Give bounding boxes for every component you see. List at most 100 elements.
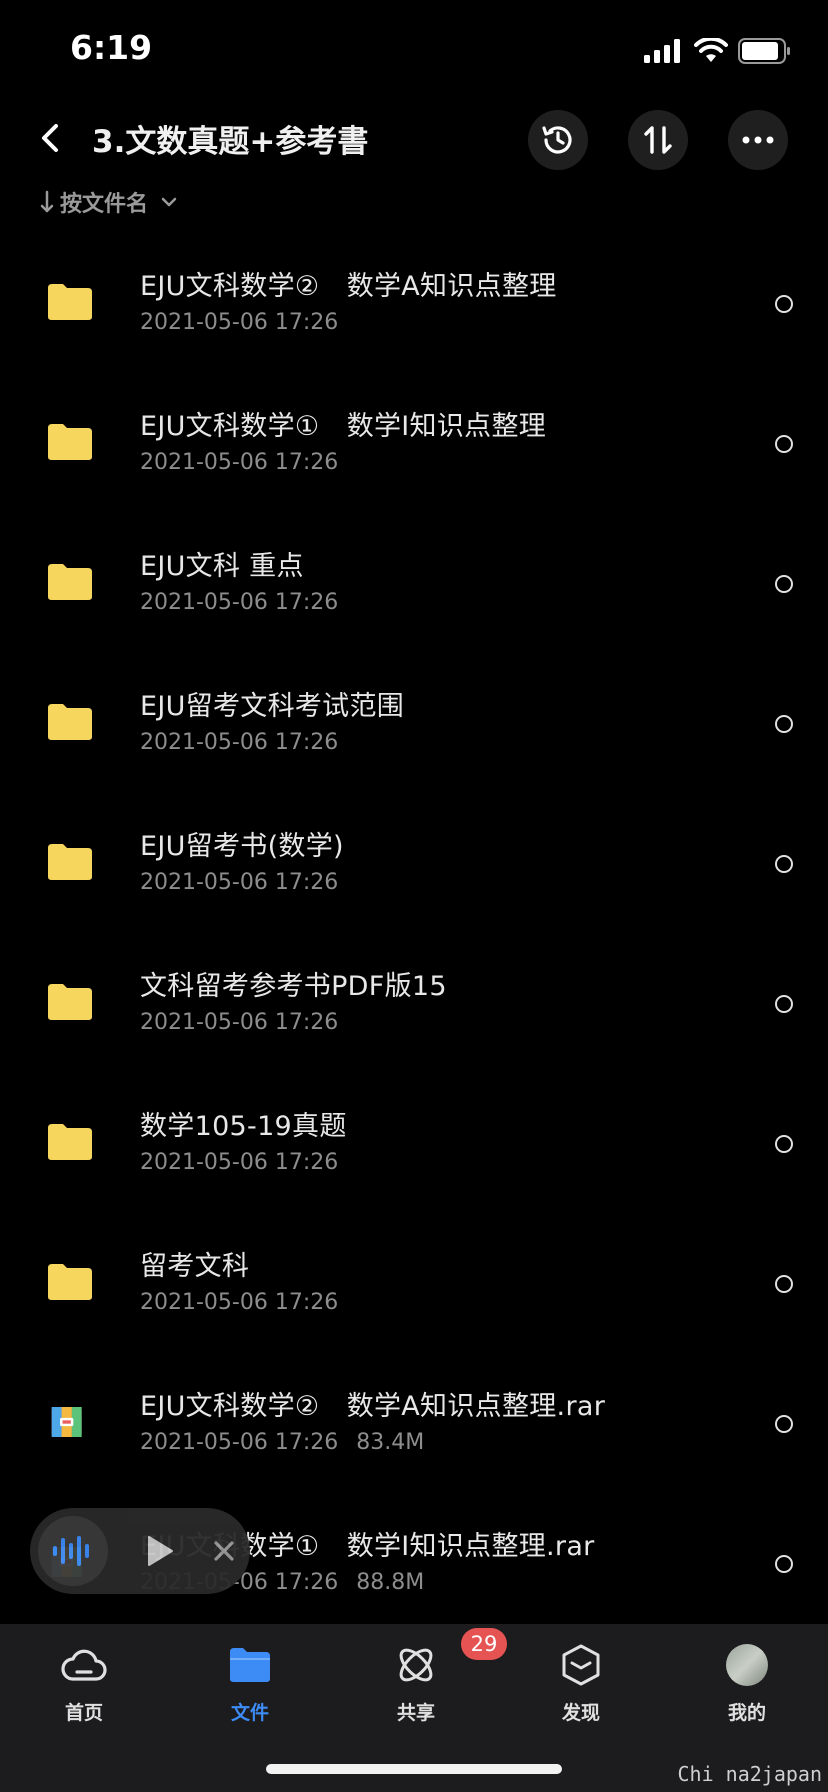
folder-icon	[48, 704, 92, 740]
tab-label: 发现	[561, 1702, 600, 1724]
tab-home[interactable]: 首页	[29, 1640, 139, 1730]
tab-mine[interactable]: 我的	[692, 1640, 802, 1730]
folder-icon	[48, 1264, 92, 1300]
tab-discover[interactable]: 发现	[526, 1640, 636, 1730]
tab-share[interactable]: 29 共享	[361, 1628, 507, 1730]
select-checkbox[interactable]	[775, 1555, 793, 1573]
file-meta: 2021-05-06 17:26	[140, 310, 338, 335]
screen: 6:19 3.文数真题+参考書 按文件名 EJU文科数学② 数学A知识点整理 2…	[0, 0, 828, 1792]
history-icon	[542, 126, 572, 154]
file-meta: 2021-05-06 17:26	[140, 1290, 338, 1315]
tab-files[interactable]: 文件	[195, 1640, 305, 1730]
more-icon	[742, 136, 774, 144]
discover-icon	[562, 1644, 600, 1686]
file-name: EJU留考书(数学)	[140, 831, 344, 862]
audio-mini-player[interactable]	[30, 1508, 250, 1594]
list-item[interactable]: EJU文科数学② 数学A知识点整理 2021-05-06 17:26	[0, 232, 828, 372]
sort-label: 按文件名	[60, 192, 149, 217]
file-date: 2021-05-06 17:26	[140, 1290, 339, 1315]
file-meta: 2021-05-06 17:26	[140, 1010, 338, 1035]
play-button[interactable]	[140, 1531, 180, 1571]
file-size: 88.8M	[356, 1570, 425, 1595]
tab-label: 共享	[396, 1702, 435, 1724]
file-date: 2021-05-06 17:26	[140, 310, 339, 335]
audio-wave-button[interactable]	[38, 1516, 108, 1586]
select-checkbox[interactable]	[775, 1415, 793, 1433]
cellular-signal-icon	[644, 39, 680, 63]
avatar	[726, 1644, 768, 1686]
folder-icon	[48, 564, 92, 600]
file-name: 留考文科	[140, 1251, 250, 1282]
file-meta: 2021-05-06 17:26	[140, 450, 338, 475]
list-item[interactable]: 数学105-19真题 2021-05-06 17:26	[0, 1072, 828, 1212]
folder-icon	[48, 284, 92, 320]
sort-selector[interactable]: 按文件名	[40, 184, 178, 220]
file-meta: 2021-05-06 17:26	[140, 870, 338, 895]
wifi-icon	[694, 38, 728, 62]
back-button[interactable]	[28, 115, 74, 161]
more-button[interactable]	[728, 110, 788, 170]
select-checkbox[interactable]	[775, 715, 793, 733]
file-meta: 2021-05-06 17:26	[140, 730, 338, 755]
file-date: 2021-05-06 17:26	[140, 730, 339, 755]
select-checkbox[interactable]	[775, 575, 793, 593]
select-checkbox[interactable]	[775, 435, 793, 453]
list-item[interactable]: 文科留考参考书PDF版15 2021-05-06 17:26	[0, 932, 828, 1072]
cloud-icon	[61, 1649, 107, 1681]
file-size: 83.4M	[356, 1430, 425, 1455]
status-time: 6:19	[70, 28, 153, 67]
transfer-button[interactable]	[628, 110, 688, 170]
file-date: 2021-05-06 17:26	[140, 1430, 339, 1455]
tab-label: 我的	[727, 1702, 766, 1724]
folder-icon	[230, 1648, 270, 1682]
history-button[interactable]	[528, 110, 588, 170]
list-item[interactable]: EJU文科数学② 数学A知识点整理.rar 2021-05-06 17:26 83…	[0, 1352, 828, 1492]
list-item[interactable]: EJU留考书(数学) 2021-05-06 17:26	[0, 792, 828, 932]
file-date: 2021-05-06 17:26	[140, 450, 339, 475]
list-item[interactable]: EJU留考文科考试范围 2021-05-06 17:26	[0, 652, 828, 792]
file-date: 2021-05-06 17:26	[140, 870, 339, 895]
list-item[interactable]: 留考文科 2021-05-06 17:26	[0, 1212, 828, 1352]
close-button[interactable]	[206, 1533, 242, 1569]
file-date: 2021-05-06 17:26	[140, 590, 339, 615]
select-checkbox[interactable]	[775, 1135, 793, 1153]
file-date: 2021-05-06 17:26	[140, 1150, 339, 1175]
archive-icon	[51, 1407, 82, 1437]
list-item[interactable]: EJU文科数学① 数学I知识点整理 2021-05-06 17:26	[0, 372, 828, 512]
header: 3.文数真题+参考書	[0, 100, 828, 180]
select-checkbox[interactable]	[775, 1275, 793, 1293]
sound-wave-icon	[53, 1536, 89, 1566]
file-name: 文科留考参考书PDF版15	[140, 971, 447, 1002]
file-name: EJU文科数学② 数学A知识点整理	[140, 271, 557, 302]
file-name: EJU文科数学② 数学A知识点整理.rar	[140, 1391, 606, 1422]
file-date: 2021-05-06 17:26	[140, 1010, 339, 1035]
folder-icon	[48, 1124, 92, 1160]
select-checkbox[interactable]	[775, 295, 793, 313]
page-title: 3.文数真题+参考書	[92, 124, 369, 160]
arrow-down-icon	[40, 190, 54, 213]
folder-icon	[48, 984, 92, 1020]
list-item[interactable]: EJU文科 重点 2021-05-06 17:26	[0, 512, 828, 652]
share-icon	[399, 1648, 433, 1682]
file-name: EJU留考文科考试范围	[140, 691, 405, 722]
transfer-icon	[644, 126, 672, 154]
select-checkbox[interactable]	[775, 855, 793, 873]
play-icon	[148, 1536, 173, 1566]
file-meta: 2021-05-06 17:26 83.4M	[140, 1430, 424, 1455]
status-icons	[644, 36, 792, 66]
select-checkbox[interactable]	[775, 995, 793, 1013]
file-meta: 2021-05-06 17:26	[140, 590, 338, 615]
folder-icon	[48, 424, 92, 460]
file-name: EJU文科数学① 数学I知识点整理	[140, 411, 547, 442]
chevron-left-icon	[42, 124, 58, 152]
file-name: 数学105-19真题	[140, 1111, 347, 1142]
folder-icon	[48, 844, 92, 880]
file-meta: 2021-05-06 17:26	[140, 1150, 338, 1175]
chevron-down-icon	[161, 197, 177, 207]
close-icon	[214, 1541, 234, 1561]
tab-label: 文件	[230, 1702, 269, 1724]
notification-badge: 29	[461, 1628, 507, 1660]
file-list: EJU文科数学② 数学A知识点整理 2021-05-06 17:26 EJU文科…	[0, 232, 828, 1632]
status-bar: 6:19	[0, 0, 828, 100]
battery-icon	[738, 38, 790, 64]
